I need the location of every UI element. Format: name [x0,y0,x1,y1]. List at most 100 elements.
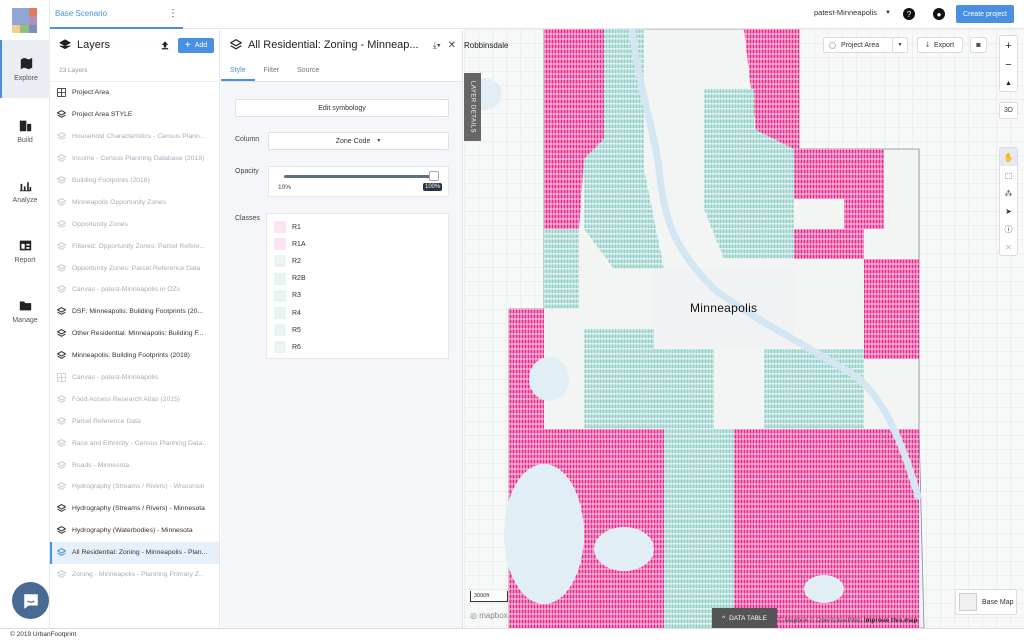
layer-item[interactable]: DSF: Minneapolis: Building Footprints (2… [50,301,219,323]
class-item: R2 [274,255,301,268]
class-swatch[interactable] [274,238,286,251]
tab-filter[interactable]: Filter [255,60,289,81]
add-label: Add [194,42,208,49]
details-header: All Residential: Zoning - Minneap... [221,30,462,60]
scenario-tab[interactable]: Base Scenario ⋮ [50,0,183,29]
zone-r1-area [784,229,864,259]
data-table-toggle[interactable]: ^ DATA TABLE [712,608,777,628]
class-item: R1 [274,221,301,233]
map-canvas[interactable]: Robbinsdale Minneapolis LAYER DETAILS Pr… [464,29,1024,628]
class-name: R2 [292,257,301,265]
layer-label: Filtered: Opportunity Zones: Parcel Refe… [72,242,206,250]
tab-style[interactable]: Style [221,60,255,81]
help-icon[interactable]: ? [903,8,915,20]
layer-item[interactable]: Household Characteristics - Census Plann… [50,126,219,148]
app-logo[interactable] [12,8,37,33]
layer-item[interactable]: Project Area STYLE [50,104,219,126]
class-swatch[interactable] [274,255,286,268]
class-swatch[interactable] [274,307,286,319]
nav-build[interactable]: Build [0,102,50,160]
class-name: R2B [292,275,306,283]
info-icon[interactable]: ⓘ [1000,220,1017,238]
improve-map-link[interactable]: Improve this map [864,617,918,624]
grid-layer-icon [57,88,66,98]
layer-item[interactable]: Canvas - patest-Minneapolis [50,367,219,389]
create-project-button[interactable]: Create project [956,5,1014,23]
add-layer-button[interactable]: + Add [178,38,214,53]
project-area-dropdown[interactable]: ▼ [892,37,908,53]
close-icon[interactable]: ✕ [448,40,456,51]
download-icon[interactable]: ⤓▾ [433,40,441,51]
compass-button[interactable]: ▲ [1000,74,1017,93]
layer-item[interactable]: Opportunity Zones: Parcel Reference Data [50,257,219,279]
layer-label: Parcel Reference Data [72,417,141,425]
nav-analyze[interactable]: Analyze [0,162,50,220]
layer-label: All Residential: Zoning - Minneapolis - … [72,549,208,557]
layer-details-toggle[interactable]: LAYER DETAILS [464,73,481,141]
project-area-selector[interactable]: Project Area [823,37,893,53]
3d-toggle-button[interactable]: 3D [999,102,1018,119]
layers-icon [57,526,66,535]
clear-icon[interactable]: ✕ [1000,238,1017,256]
class-swatch[interactable] [274,341,286,354]
lake [594,527,654,571]
layers-icon [57,263,66,272]
layer-item[interactable]: Roads - Minnesota [50,454,219,476]
pan-hand-icon[interactable]: ✋ [1000,148,1017,166]
screenshot-button[interactable]: ◙ [970,37,987,53]
tab-source[interactable]: Source [288,60,328,81]
main-nav-rail: Explore Build Analyze Report Manage [0,0,50,628]
edit-symbology-button[interactable]: Edit symbology [235,99,449,117]
export-label: Export [933,41,955,49]
zone-r2-r6-area [544,229,579,309]
layer-item[interactable]: Other Residential: Minneapolis: Building… [50,323,219,345]
class-swatch[interactable] [274,289,286,302]
layer-item[interactable]: Opportunity Zones [50,213,219,235]
base-map-button[interactable]: Base Map [955,589,1017,615]
layer-item[interactable]: Race and Ethnicity - Census Planning Dat… [50,432,219,454]
layer-item[interactable]: Building Footprints (2018) [50,170,219,192]
camera-icon: ◙ [976,41,981,49]
user-account-icon[interactable]: ● [933,8,945,20]
column-select[interactable]: Zone Code ▼ [268,132,449,150]
layer-item[interactable]: Hydrography (Waterbodies) - Minnesota [50,520,219,542]
class-swatch[interactable] [274,221,286,233]
layer-item[interactable]: All Residential: Zoning - Minneapolis - … [50,541,219,564]
nav-manage[interactable]: Manage [0,282,50,340]
class-swatch[interactable] [274,324,286,337]
layer-item[interactable]: Food Access Research Atlas (2015) [50,388,219,410]
layer-item[interactable]: Hydrography (Streams / Rivers) - Minneso… [50,498,219,520]
upload-icon[interactable] [160,40,170,50]
layer-item[interactable]: Income - Census Planning Database (2018) [50,148,219,170]
layer-item[interactable]: Canvas - patest-Minneapolis in OZs [50,279,219,301]
folder-edit-icon [19,300,31,310]
layer-item[interactable]: Project Area [50,82,219,104]
lasso-select-icon[interactable]: ⁂ [1000,184,1017,202]
layer-item[interactable]: Parcel Reference Data [50,410,219,432]
export-button[interactable]: ⤓ Export [917,37,963,53]
zoom-in-button[interactable]: + [1000,36,1017,55]
report-icon [19,240,31,250]
more-vert-icon[interactable]: ⋮ [168,8,178,19]
nav-explore[interactable]: Explore [0,40,50,98]
scale-bar: 3000ft [470,591,508,602]
layer-label: Minneapolis: Building Footprints (2018) [72,352,190,360]
opacity-slider-handle[interactable] [429,171,439,181]
layer-item[interactable]: Zoning - Minneapolis - Planning Primary … [50,564,219,586]
layer-item[interactable]: Filtered: Opportunity Zones: Parcel Refe… [50,235,219,257]
nav-report[interactable]: Report [0,222,50,280]
class-swatch[interactable] [274,272,286,285]
layer-item[interactable]: Hydrography (Streams / Rivers) - Wiscons… [50,476,219,498]
attribution-text[interactable]: © Mapbox © OpenStreetMap [778,617,862,624]
opacity-slider-track[interactable] [284,175,434,178]
zoom-out-button[interactable]: − [1000,55,1017,74]
scenario-name: Base Scenario [55,9,108,18]
layer-item[interactable]: Minneapolis: Building Footprints (2018) [50,345,219,367]
chat-button[interactable] [12,582,49,619]
layer-label: Opportunity Zones [72,220,128,228]
layer-item[interactable]: Minneapolis Opportunity Zones [50,191,219,213]
box-select-icon[interactable]: ⬚ [1000,166,1017,184]
mapbox-logo[interactable]: ◎ mapbox [470,611,508,620]
project-selector[interactable]: patest-Minneapolis ▼ [814,8,891,17]
pointer-icon[interactable]: ➤ [1000,202,1017,220]
